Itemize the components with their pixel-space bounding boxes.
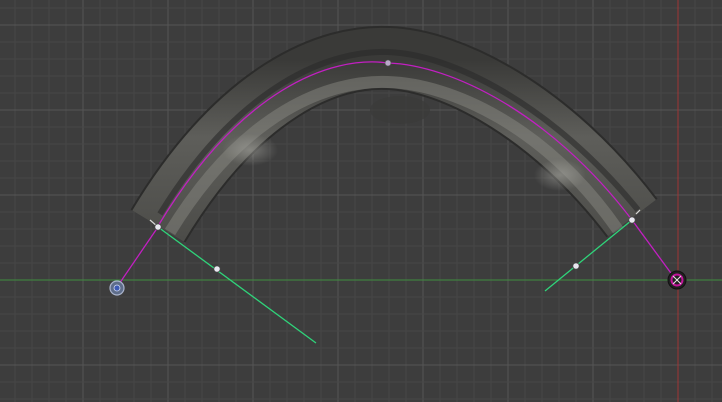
left-handle-point[interactable] — [213, 265, 221, 273]
tube-specular-left — [222, 134, 278, 166]
3d-viewport[interactable] — [0, 0, 722, 402]
left-control-point[interactable] — [154, 223, 162, 231]
viewport-canvas[interactable] — [0, 0, 722, 402]
right-handle-point[interactable] — [572, 262, 580, 270]
tube-specular-right — [534, 159, 586, 191]
top-control-point[interactable] — [384, 59, 392, 67]
tube-inner-shade — [370, 96, 430, 124]
3d-cursor-icon[interactable] — [667, 270, 687, 290]
right-control-point[interactable] — [628, 216, 636, 224]
origin-circle-icon[interactable] — [109, 280, 125, 296]
